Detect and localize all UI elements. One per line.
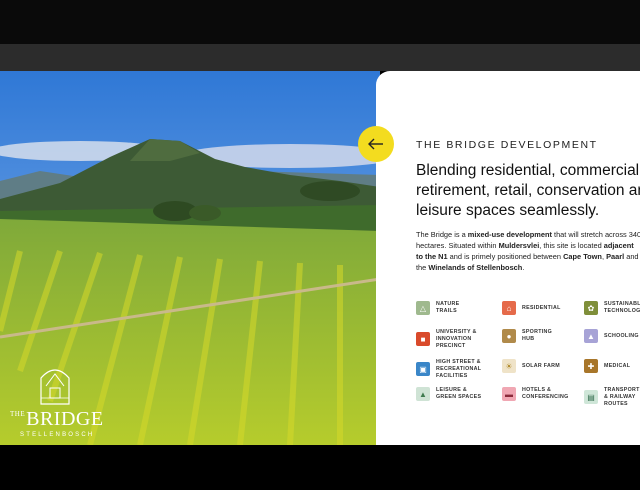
arrow-left-icon xyxy=(368,138,383,150)
back-button[interactable] xyxy=(358,126,394,162)
feature-residential[interactable]: ⌂ RESIDENTIAL xyxy=(502,301,561,315)
feature-schooling[interactable]: ▲ SCHOOLING xyxy=(584,329,639,343)
features-grid: △ NATURE TRAILS ⌂ RESIDENTIAL ✿ SUSTAINA… xyxy=(416,301,640,411)
feature-label: SPORTING HUB xyxy=(522,329,553,342)
logo-the: THE xyxy=(10,410,26,418)
feature-label: MEDICAL xyxy=(604,362,631,369)
feature-label: UNIVERSITY & INNOVATION PRECINCT xyxy=(436,329,477,349)
feature-high-street[interactable]: ▣ HIGH STREET & RECREATIONAL FACILITIES xyxy=(416,359,481,379)
logo-title: THEBRIDGE xyxy=(10,408,104,431)
feature-label: HIGH STREET & RECREATIONAL FACILITIES xyxy=(436,359,482,379)
leaf-icon: ✿ xyxy=(584,301,598,315)
grad-cap-icon: ▲ xyxy=(584,329,598,343)
feature-nature-trails[interactable]: △ NATURE TRAILS xyxy=(416,301,459,315)
house-icon: ⌂ xyxy=(502,301,516,315)
toolbar-strip xyxy=(0,44,640,71)
desc-part: and is primely positioned between xyxy=(447,252,564,261)
feature-medical[interactable]: ✚ MEDICAL xyxy=(584,359,630,373)
feature-label: SOLAR FARM xyxy=(522,362,561,369)
desc-part: The Bridge is a xyxy=(416,230,468,239)
feature-label: NATURE TRAILS xyxy=(436,301,460,314)
desc-part: , this site is located xyxy=(539,241,604,250)
hiker-icon: △ xyxy=(416,301,430,315)
stethoscope-icon: ✚ xyxy=(584,359,598,373)
content-panel: THE BRIDGE DEVELOPMENT Blending resident… xyxy=(376,71,640,445)
section-eyebrow: THE BRIDGE DEVELOPMENT xyxy=(416,139,598,151)
logo-crest-icon xyxy=(40,369,70,405)
desc-bold: Muldersvlei xyxy=(498,241,540,250)
feature-transport[interactable]: ▤ TRANSPORT & RAILWAY ROUTES xyxy=(584,387,640,407)
feature-label: TRANSPORT & RAILWAY ROUTES xyxy=(604,387,640,407)
feature-sustainable-technology[interactable]: ✿ SUSTAINABLE TECHNOLOGY xyxy=(584,301,640,315)
headline: Blending residential, commercial, retire… xyxy=(416,162,640,219)
feature-label: SCHOOLING xyxy=(604,332,639,339)
feature-solar-farm[interactable]: ☀ SOLAR FARM xyxy=(502,359,560,373)
university-icon: ■ xyxy=(416,332,430,347)
feature-sporting-hub[interactable]: ● SPORTING HUB xyxy=(502,329,552,343)
feature-leisure[interactable]: ▲ LEISURE & GREEN SPACES xyxy=(416,387,481,401)
desc-bold: Cape Town xyxy=(563,252,602,261)
logo-bridge: BRIDGE xyxy=(26,408,104,430)
desc-part: . xyxy=(522,263,525,272)
feature-label: HOTELS & CONFERENCING xyxy=(522,387,569,400)
desc-bold: mixed-use development xyxy=(467,230,552,239)
desc-bold: Winelands of Stellenbosch xyxy=(428,263,523,272)
window-top-bar xyxy=(0,0,640,44)
feature-hotels[interactable]: ▬ HOTELS & CONFERENCING xyxy=(502,387,569,401)
sun-icon: ☀ xyxy=(502,359,516,373)
feature-label: RESIDENTIAL xyxy=(522,304,561,311)
ball-icon: ● xyxy=(502,329,516,343)
feature-label: LEISURE & GREEN SPACES xyxy=(436,387,482,400)
logo-subtitle: STELLENBOSCH xyxy=(20,432,95,438)
bed-icon: ▬ xyxy=(502,387,516,401)
tree-icon: ▲ xyxy=(416,387,430,401)
bridge-logo: THEBRIDGE STELLENBOSCH xyxy=(6,360,106,440)
desc-bold: Paarl xyxy=(606,252,625,261)
feature-university[interactable]: ■ UNIVERSITY & INNOVATION PRECINCT xyxy=(416,329,477,349)
window-bottom-bar xyxy=(0,445,640,490)
cart-icon: ▣ xyxy=(416,362,430,377)
feature-label: SUSTAINABLE TECHNOLOGY xyxy=(604,301,640,314)
description: The Bridge is a mixed-use development th… xyxy=(416,229,640,273)
train-icon: ▤ xyxy=(584,390,598,405)
